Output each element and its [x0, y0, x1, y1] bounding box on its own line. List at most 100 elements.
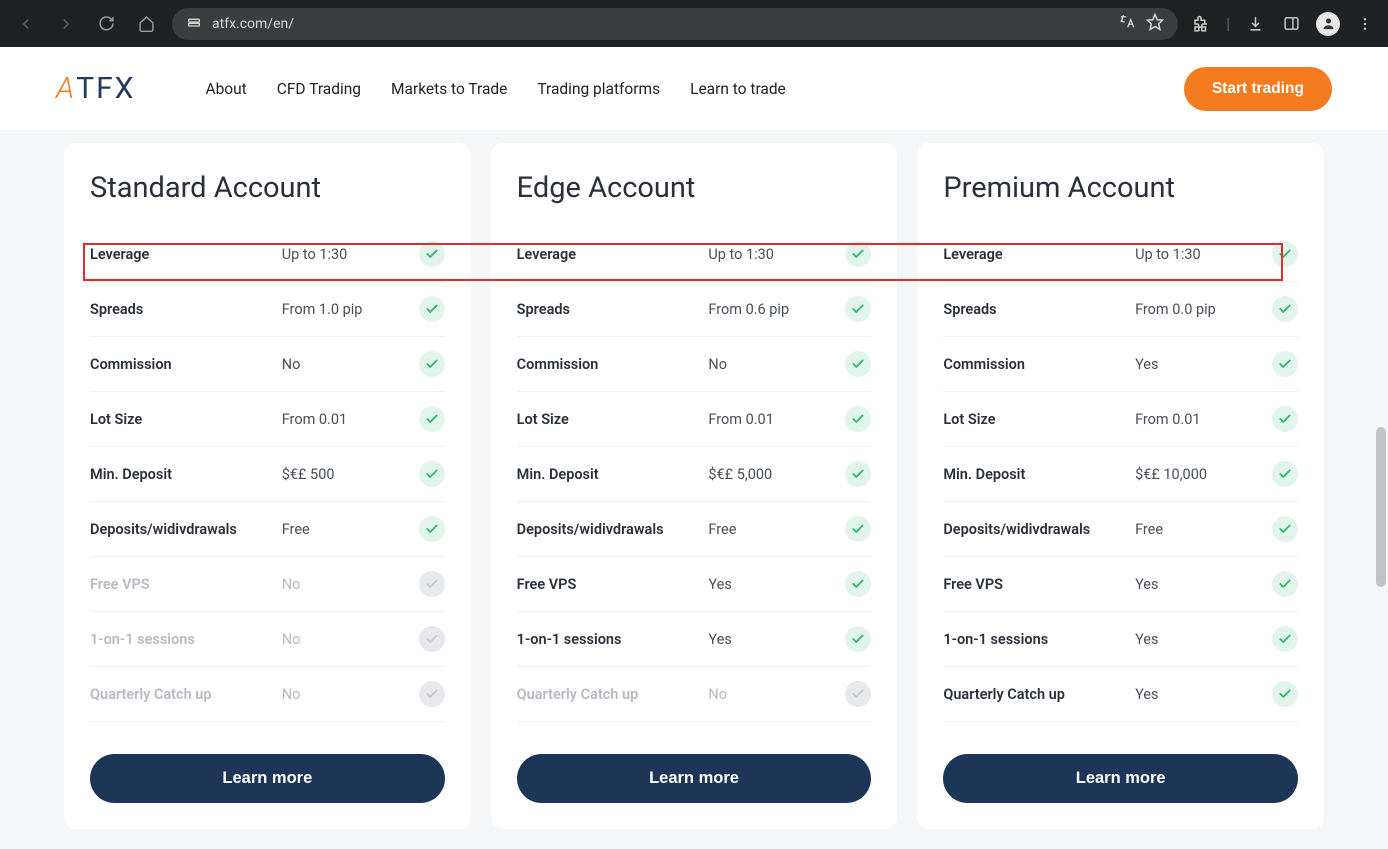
learn-more-button[interactable]: Learn more — [517, 754, 872, 803]
site-header: ATFX About CFD Trading Markets to Trade … — [0, 47, 1388, 131]
nav-about[interactable]: About — [205, 80, 246, 98]
nav-markets[interactable]: Markets to Trade — [391, 80, 507, 98]
check-disabled-icon — [419, 681, 445, 707]
site-settings-icon[interactable] — [186, 14, 202, 34]
check-disabled-icon — [845, 681, 871, 707]
check-icon — [845, 571, 871, 597]
url-text: atfx.com/en/ — [212, 16, 1108, 32]
feature-label: Spreads — [90, 301, 282, 318]
reload-button[interactable] — [92, 10, 120, 38]
nav-platforms[interactable]: Trading platforms — [537, 80, 660, 98]
feature-label: 1-on-1 sessions — [517, 631, 709, 648]
feature-value: Yes — [1135, 686, 1272, 703]
check-icon — [845, 406, 871, 432]
side-panel-icon[interactable] — [1280, 13, 1302, 35]
feature-row: LeverageUp to 1:30 — [943, 227, 1298, 282]
feature-value: Up to 1:30 — [1135, 246, 1272, 263]
feature-row: 1-on-1 sessionsYes — [517, 612, 872, 667]
feature-row: Quarterly Catch upYes — [943, 667, 1298, 722]
feature-value: No — [708, 356, 845, 373]
home-button[interactable] — [132, 10, 160, 38]
feature-value: From 0.01 — [708, 411, 845, 428]
learn-more-button[interactable]: Learn more — [943, 754, 1298, 803]
account-card: Edge AccountLeverageUp to 1:30SpreadsFro… — [491, 143, 898, 829]
feature-value: Free — [282, 521, 419, 538]
profile-avatar[interactable] — [1316, 12, 1340, 36]
check-icon — [1272, 626, 1298, 652]
check-icon — [845, 296, 871, 322]
check-icon — [845, 351, 871, 377]
nav-learn[interactable]: Learn to trade — [690, 80, 786, 98]
feature-row: SpreadsFrom 0.6 pip — [517, 282, 872, 337]
check-icon — [1272, 406, 1298, 432]
feature-row: Quarterly Catch upNo — [90, 667, 445, 722]
feature-row: Free VPSYes — [517, 557, 872, 612]
feature-value: From 0.6 pip — [708, 301, 845, 318]
nav-cfd-trading[interactable]: CFD Trading — [277, 80, 361, 98]
feature-label: Commission — [90, 356, 282, 373]
translate-icon[interactable] — [1118, 13, 1136, 35]
feature-label: Spreads — [943, 301, 1135, 318]
account-title: Standard Account — [90, 171, 445, 205]
check-icon — [845, 626, 871, 652]
check-disabled-icon — [419, 571, 445, 597]
check-icon — [419, 351, 445, 377]
feature-row: LeverageUp to 1:30 — [90, 227, 445, 282]
scrollbar-thumb[interactable] — [1376, 427, 1386, 587]
feature-row: LeverageUp to 1:30 — [517, 227, 872, 282]
feature-label: 1-on-1 sessions — [90, 631, 282, 648]
feature-row: Deposits/widivdrawalsFree — [90, 502, 445, 557]
feature-value: No — [708, 686, 845, 703]
browser-right-icons: | — [1190, 12, 1376, 36]
bookmark-star-icon[interactable] — [1146, 13, 1164, 35]
feature-row: SpreadsFrom 1.0 pip — [90, 282, 445, 337]
feature-label: Deposits/widivdrawals — [943, 521, 1135, 538]
feature-label: 1-on-1 sessions — [943, 631, 1135, 648]
extensions-icon[interactable] — [1190, 13, 1212, 35]
feature-row: CommissionYes — [943, 337, 1298, 392]
page-content: ATFX About CFD Trading Markets to Trade … — [0, 47, 1388, 849]
feature-row: Quarterly Catch upNo — [517, 667, 872, 722]
check-icon — [845, 241, 871, 267]
back-button[interactable] — [12, 10, 40, 38]
menu-dots-icon[interactable] — [1354, 13, 1376, 35]
feature-label: Quarterly Catch up — [517, 686, 709, 703]
feature-value: Up to 1:30 — [708, 246, 845, 263]
feature-label: Spreads — [517, 301, 709, 318]
feature-row: Min. Deposit$€£ 10,000 — [943, 447, 1298, 502]
downloads-icon[interactable] — [1244, 13, 1266, 35]
feature-row: CommissionNo — [517, 337, 872, 392]
scrollbar-track[interactable] — [1374, 47, 1388, 829]
feature-row: Min. Deposit$€£ 5,000 — [517, 447, 872, 502]
check-icon — [1272, 516, 1298, 542]
feature-value: No — [282, 356, 419, 373]
feature-value: Yes — [1135, 576, 1272, 593]
check-icon — [419, 406, 445, 432]
learn-more-button[interactable]: Learn more — [90, 754, 445, 803]
feature-row: 1-on-1 sessionsNo — [90, 612, 445, 667]
main-nav: About CFD Trading Markets to Trade Tradi… — [205, 80, 785, 98]
feature-label: Leverage — [943, 246, 1135, 263]
feature-value: Yes — [1135, 356, 1272, 373]
account-card: Premium AccountLeverageUp to 1:30Spreads… — [917, 143, 1324, 829]
start-trading-button[interactable]: Start trading — [1184, 67, 1332, 111]
feature-value: Up to 1:30 — [282, 246, 419, 263]
feature-label: Lot Size — [517, 411, 709, 428]
feature-value: Yes — [1135, 631, 1272, 648]
check-disabled-icon — [419, 626, 445, 652]
logo[interactable]: ATFX — [56, 71, 135, 106]
feature-label: Deposits/widivdrawals — [517, 521, 709, 538]
address-bar[interactable]: atfx.com/en/ — [172, 8, 1178, 40]
feature-value: From 0.01 — [1135, 411, 1272, 428]
account-card: Standard AccountLeverageUp to 1:30Spread… — [64, 143, 471, 829]
account-title: Edge Account — [517, 171, 872, 205]
feature-value: Free — [1135, 521, 1272, 538]
check-icon — [419, 461, 445, 487]
feature-row: 1-on-1 sessionsYes — [943, 612, 1298, 667]
forward-button[interactable] — [52, 10, 80, 38]
browser-chrome: atfx.com/en/ | — [0, 0, 1388, 47]
feature-value: Yes — [708, 576, 845, 593]
feature-value: Free — [708, 521, 845, 538]
check-icon — [845, 516, 871, 542]
feature-label: Quarterly Catch up — [943, 686, 1135, 703]
